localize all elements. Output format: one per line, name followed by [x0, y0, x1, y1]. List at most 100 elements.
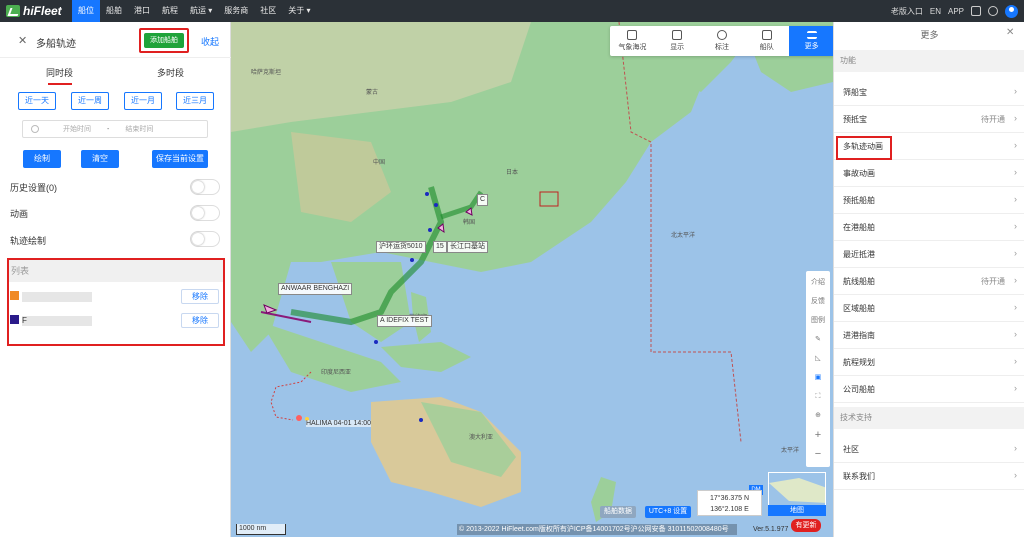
track-draw-toggle[interactable]	[190, 231, 220, 247]
fullscreen-icon[interactable]: ⛶	[808, 389, 828, 405]
range-one-month-button[interactable]: 近一月	[124, 92, 162, 110]
menu-item-community[interactable]: 社区 ›	[834, 436, 1024, 463]
animation-label: 动画	[10, 209, 29, 219]
save-settings-button[interactable]: 保存当前设置	[152, 150, 208, 168]
update-badge[interactable]: 有更新	[791, 519, 821, 532]
language-switch[interactable]: EN	[930, 7, 941, 16]
layout-icon[interactable]: ▣	[808, 370, 828, 386]
menu-item-ship-filter[interactable]: 筛船宝 ›	[834, 79, 1024, 106]
map-label-indonesia: 印度尼西亚	[321, 370, 352, 376]
menu-item-company-ships[interactable]: 公司船舶 ›	[834, 376, 1024, 403]
nav-ports[interactable]: 港口	[128, 0, 156, 22]
app-link[interactable]: APP	[948, 7, 964, 16]
chevron-right-icon: ›	[1014, 86, 1017, 96]
display-tool[interactable]: 显示	[655, 26, 700, 56]
menu-item-status: 待开通	[981, 277, 1005, 286]
ship-label[interactable]: A IDEFIX TEST	[377, 315, 432, 327]
version-text: Ver.5.1.977	[753, 526, 789, 533]
ship-data-button[interactable]: 船舶数据	[600, 506, 636, 518]
nav-ships[interactable]: 船舶	[100, 0, 128, 22]
ship-label[interactable]: ANWAAR BENGHAZI	[278, 283, 353, 295]
weather-tool[interactable]: 气象海况	[610, 26, 655, 56]
menu-item-contact[interactable]: 联系我们 ›	[834, 463, 1024, 490]
more-panel-title: 更多	[920, 30, 939, 40]
chevron-right-icon: ›	[1014, 167, 1017, 177]
start-time-field[interactable]: 开始时间	[63, 124, 91, 134]
chat-icon[interactable]	[971, 6, 981, 16]
ship-label[interactable]: 沪环运货5010	[376, 241, 426, 253]
timezone-button[interactable]: UTC+8 设置	[645, 506, 691, 518]
add-ship-button[interactable]: 添加船舶	[144, 33, 184, 48]
chevron-right-icon: ›	[1014, 356, 1017, 366]
menu-item-label: 进港指南	[843, 331, 875, 340]
user-avatar-icon[interactable]	[1005, 4, 1018, 18]
draw-button[interactable]: 绘制	[23, 150, 61, 168]
menu-item-arriving-ships[interactable]: 预抵船舶 ›	[834, 187, 1024, 214]
close-icon[interactable]: ✕	[18, 34, 27, 47]
world-map-graphic	[231, 22, 833, 537]
history-settings-toggle[interactable]	[190, 179, 220, 195]
share-icon[interactable]	[988, 6, 998, 16]
legend-button[interactable]: 图例	[808, 313, 828, 329]
locate-icon[interactable]: ⊕	[808, 408, 828, 424]
clear-button[interactable]: 清空	[81, 150, 119, 168]
collapse-button[interactable]: 收起	[201, 35, 219, 48]
typhoon-label[interactable]: HALIMA 04-01 14:00	[306, 420, 371, 427]
longitude-value: 136°2.108 E	[710, 506, 749, 513]
intro-button[interactable]: 介绍	[808, 275, 828, 291]
menu-item-area-ships[interactable]: 区域船舶 ›	[834, 295, 1024, 322]
ship-label[interactable]: C	[477, 194, 489, 206]
remove-ship-button[interactable]: 移除	[181, 313, 219, 328]
range-one-week-button[interactable]: 近一周	[71, 92, 109, 110]
menu-item-recent-arrivals[interactable]: 最近抵港 ›	[834, 241, 1024, 268]
annotate-tool[interactable]: 标注	[700, 26, 745, 56]
highlight-box	[836, 136, 892, 160]
area-measure-icon[interactable]: ◺	[808, 351, 828, 367]
menu-item-in-port[interactable]: 在港船舶 ›	[834, 214, 1024, 241]
more-tool[interactable]: 更多	[789, 26, 833, 56]
menu-item-route-ships[interactable]: 航线船舶 待开通 ›	[834, 268, 1024, 295]
zoom-out-icon[interactable]: −	[808, 446, 828, 462]
more-label: 更多	[804, 43, 819, 50]
hifleet-logo[interactable]: hiFleet	[6, 3, 62, 19]
ship-label[interactable]: 15	[433, 241, 447, 253]
menu-item-eta[interactable]: 预抵宝 待开通 ›	[834, 106, 1024, 133]
animation-toggle[interactable]	[190, 205, 220, 221]
tab-multi-period[interactable]: 多时段	[157, 66, 184, 79]
nav-voyage[interactable]: 航程	[156, 0, 184, 22]
map-side-tools: 介绍 反馈 图例 ✎ ◺ ▣ ⛶ ⊕ + −	[806, 271, 830, 467]
nav-providers[interactable]: 服务商	[218, 0, 254, 22]
tab-same-period[interactable]: 同时段	[46, 66, 73, 79]
close-icon[interactable]: ✕	[1006, 27, 1014, 38]
chevron-right-icon: ›	[1014, 248, 1017, 258]
time-range-input[interactable]: 开始时间 - 结束时间	[22, 120, 208, 138]
menu-item-port-guide[interactable]: 进港指南 ›	[834, 322, 1024, 349]
range-three-months-button[interactable]: 近三月	[176, 92, 214, 110]
fleet-tool[interactable]: 船队	[744, 26, 789, 56]
menu-item-voyage-planning[interactable]: 航程规划 ›	[834, 349, 1024, 376]
ship-name: F	[22, 316, 92, 326]
nav-about[interactable]: 关于 ▾	[282, 0, 316, 22]
zoom-in-icon[interactable]: +	[808, 427, 828, 443]
nav-ship-position[interactable]: 船位	[72, 0, 100, 22]
chevron-right-icon: ›	[1014, 194, 1017, 204]
ship-label[interactable]: 长江口基站	[447, 241, 488, 253]
map-type-button[interactable]: 地图	[768, 505, 826, 516]
ruler-icon[interactable]: ✎	[808, 332, 828, 348]
range-one-day-button[interactable]: 近一天	[18, 92, 56, 110]
display-label: 显示	[670, 44, 685, 51]
remove-ship-button[interactable]: 移除	[181, 289, 219, 304]
map-label-australia: 澳大利亚	[469, 435, 494, 441]
map-canvas[interactable]: 中国 蒙古 日本 韩国 北太平洋 太平洋 澳大利亚 印度尼西亚 菲律宾 哈萨克斯…	[231, 22, 833, 537]
chevron-right-icon: ›	[1014, 302, 1017, 312]
end-time-field[interactable]: 结束时间	[125, 124, 153, 134]
menu-item-accident[interactable]: 事故动画 ›	[834, 160, 1024, 187]
range-separator: -	[107, 125, 110, 133]
feedback-button[interactable]: 反馈	[808, 294, 828, 310]
map-label-pacific: 太平洋	[781, 448, 800, 454]
section-functions: 功能	[834, 50, 1024, 72]
old-version-link[interactable]: 老版入口	[891, 6, 923, 17]
nav-community[interactable]: 社区	[254, 0, 282, 22]
nav-shipping[interactable]: 航运 ▾	[184, 0, 218, 22]
multi-track-panel: ✕ 多船轨迹 添加船舶 收起 同时段 多时段 近一天 近一周 近一月 近三月 开…	[0, 22, 231, 537]
